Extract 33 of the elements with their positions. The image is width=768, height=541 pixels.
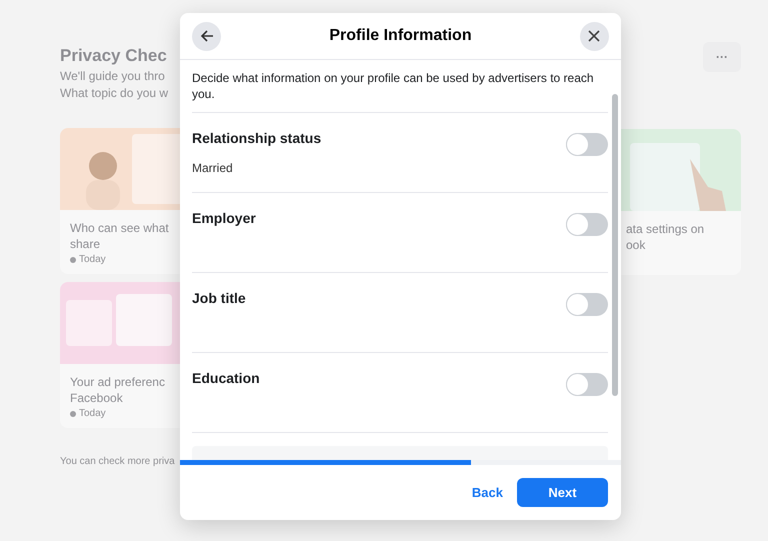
card-time: Today [79,253,106,267]
setting-value: Married [192,160,234,178]
card-title: Who can see what [70,220,169,236]
page-subtitle: We'll guide you thro [60,68,165,85]
toggle-switch[interactable] [566,373,608,396]
card-title: Facebook [70,390,123,406]
back-link[interactable]: Back [472,482,503,502]
panel-drawing [630,143,700,211]
card-title: Your ad preferenc [70,374,165,390]
clock-icon [70,256,76,262]
close-icon [587,29,602,44]
left-arrow-icon [200,29,214,44]
next-button[interactable]: Next [517,478,608,508]
close-button[interactable] [580,22,609,51]
toggle-switch[interactable] [566,133,608,156]
toggle-switch[interactable] [566,213,608,236]
description: Decide what information on your profile can be used by advertisers to reach you. [192,60,608,114]
setting-label: Employer [192,209,256,228]
back-arrow-button[interactable] [192,22,221,51]
setting-label: Education [192,369,260,388]
card-time: Today [79,407,106,421]
dialog-title: Profile Information [329,26,472,46]
toggle-switch[interactable] [566,293,608,316]
page-title: Privacy Chec [60,45,167,67]
footer-note: You can check more priva [60,455,175,469]
card-title: ata settings on [626,221,704,237]
panel-drawing [116,294,172,346]
page-subtitle: What topic do you w [60,85,168,102]
more-button[interactable]: ··· [703,42,741,72]
card-title: ook [626,237,646,253]
card-title: share [70,236,100,252]
setting-label: Job title [192,289,246,308]
clock-icon [70,410,76,416]
